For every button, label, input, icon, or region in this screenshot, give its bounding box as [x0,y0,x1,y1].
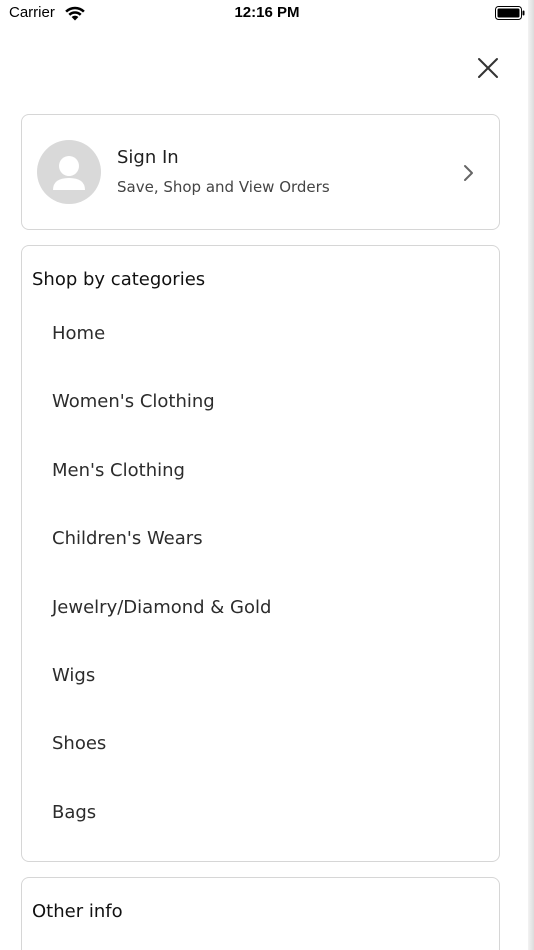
other-info-title: Other info [32,901,123,922]
category-item-wigs[interactable]: Wigs [22,650,499,718]
avatar [37,140,101,204]
category-list: Home Women's Clothing Men's Clothing Chi… [22,308,499,855]
category-item-womens-clothing[interactable]: Women's Clothing [22,376,499,444]
category-item-home[interactable]: Home [22,308,499,376]
chevron-right-icon [464,165,473,181]
battery-icon [495,6,525,20]
other-info-card: Other info [21,877,500,950]
categories-card: Shop by categories Home Women's Clothing… [21,245,500,862]
drawer-edge-shadow [528,0,534,950]
navigation-drawer: Carrier 12:16 PM Sign In Save, Shop and … [0,0,534,950]
sign-in-card[interactable]: Sign In Save, Shop and View Orders [21,114,500,230]
category-item-shoes[interactable]: Shoes [22,718,499,786]
category-item-bags[interactable]: Bags [22,787,499,855]
status-bar: Carrier 12:16 PM [0,0,534,28]
user-avatar-icon [53,156,85,190]
close-button[interactable] [472,52,504,84]
close-icon [478,58,498,78]
category-item-mens-clothing[interactable]: Men's Clothing [22,445,499,513]
category-item-jewelry[interactable]: Jewelry/Diamond & Gold [22,582,499,650]
category-item-childrens-wears[interactable]: Children's Wears [22,513,499,581]
status-time: 12:16 PM [234,4,300,21]
sign-in-subtitle: Save, Shop and View Orders [117,178,330,196]
categories-title: Shop by categories [32,269,206,290]
sign-in-title: Sign In [117,147,179,168]
